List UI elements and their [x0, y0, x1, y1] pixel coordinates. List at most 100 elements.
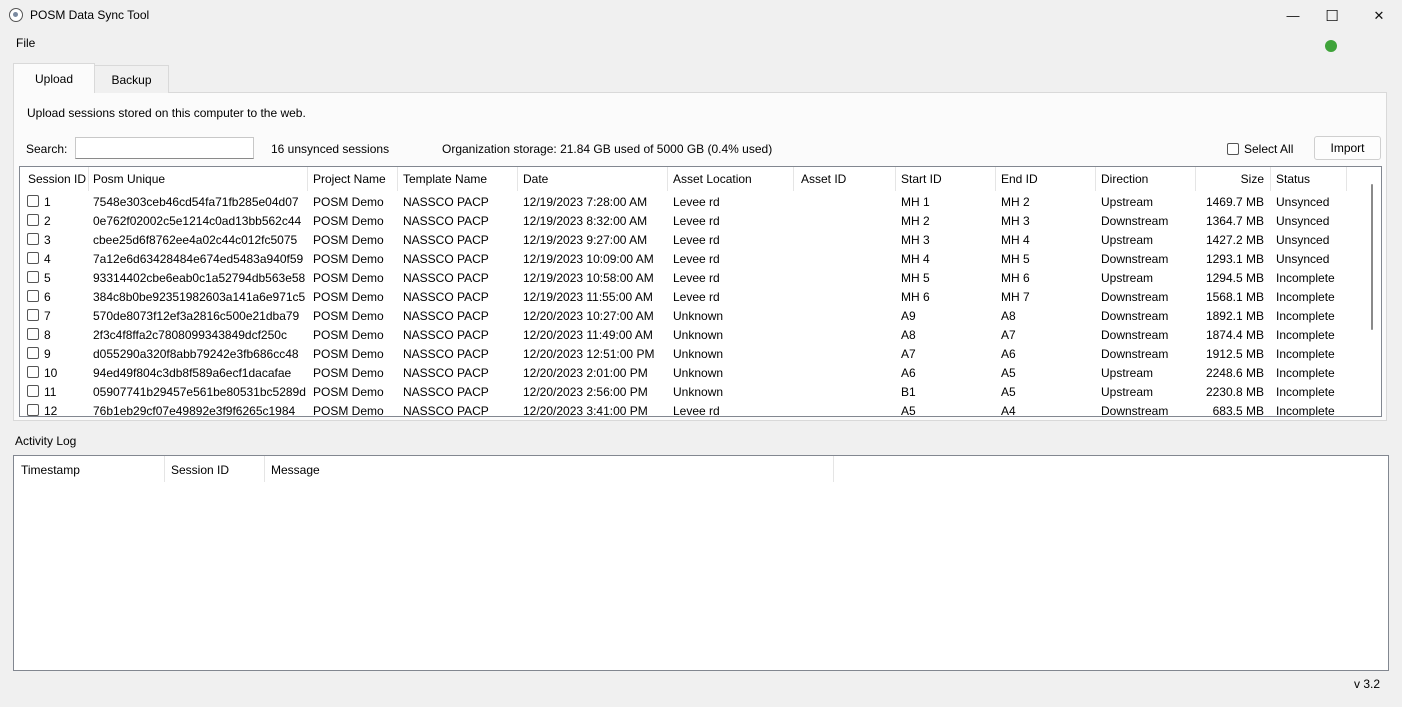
select-all-label[interactable]: Select All	[1244, 142, 1293, 156]
column-divider[interactable]	[995, 167, 996, 191]
cell-status: Unsynced	[1276, 252, 1330, 266]
row-checkbox[interactable]	[27, 309, 39, 321]
cell-end-id: A6	[1001, 347, 1016, 361]
cell-session-id: 7	[44, 309, 51, 323]
cell-end-id: A5	[1001, 366, 1016, 380]
column-divider[interactable]	[667, 167, 668, 191]
cell-asset-location: Unknown	[673, 328, 724, 342]
cell-date: 12/19/2023 7:28:00 AM	[523, 195, 648, 209]
log-column-timestamp[interactable]: Timestamp	[21, 463, 80, 477]
column-divider[interactable]	[833, 456, 834, 482]
column-divider[interactable]	[517, 167, 518, 191]
search-input[interactable]	[75, 137, 254, 159]
cell-size: 1892.1 MB	[1205, 309, 1264, 323]
menu-bar	[0, 31, 1402, 55]
cell-posm-unique: 94ed49f804c3db8f589a6ecf1dacafae	[93, 366, 292, 380]
cell-session-id: 3	[44, 233, 51, 247]
cell-session-id: 6	[44, 290, 51, 304]
table-scrollbar[interactable]	[1371, 184, 1373, 330]
column-divider[interactable]	[793, 167, 794, 191]
minimize-icon: —	[1286, 8, 1300, 23]
cell-start-id: A8	[901, 328, 916, 342]
cell-project-name: POSM Demo	[313, 328, 384, 342]
table-row[interactable]: 6 384c8b0be92351982603a141a6e971c5 POSM De…	[20, 288, 1366, 307]
table-row[interactable]: 9 d055290a320f8abb79242e3fb686cc48 POSM De…	[20, 345, 1366, 364]
select-all-checkbox[interactable]	[1227, 143, 1239, 155]
cell-template-name: NASSCO PACP	[403, 328, 489, 342]
close-button[interactable]: ✕	[1356, 0, 1402, 31]
cell-date: 12/19/2023 9:27:00 AM	[523, 233, 648, 247]
column-header-end-id[interactable]: End ID	[1001, 172, 1038, 190]
maximize-button[interactable]: ☐	[1309, 0, 1355, 31]
column-header-template-name[interactable]: Template Name	[403, 172, 487, 190]
cell-date: 12/19/2023 8:32:00 AM	[523, 214, 648, 228]
column-header-status[interactable]: Status	[1276, 172, 1310, 190]
table-row[interactable]: 1 7548e303ceb46cd54fa71fb285e04d07 POSM De…	[20, 193, 1366, 212]
column-divider[interactable]	[307, 167, 308, 191]
table-row[interactable]: 10 94ed49f804c3db8f589a6ecf1dacafae POSM D…	[20, 364, 1366, 383]
cell-start-id: A9	[901, 309, 916, 323]
cell-size: 1469.7 MB	[1205, 195, 1264, 209]
row-checkbox[interactable]	[27, 214, 39, 226]
row-checkbox[interactable]	[27, 328, 39, 340]
column-header-direction[interactable]: Direction	[1101, 172, 1148, 190]
row-checkbox[interactable]	[27, 347, 39, 359]
column-header-asset-location[interactable]: Asset Location	[673, 172, 752, 190]
cell-size: 1364.7 MB	[1205, 214, 1264, 228]
row-checkbox[interactable]	[27, 233, 39, 245]
tab-upload[interactable]: Upload	[13, 63, 95, 93]
table-row[interactable]: 7 570de8073f12ef3a2816c500e21dba79 POSM De…	[20, 307, 1366, 326]
tab-backup[interactable]: Backup	[95, 65, 169, 93]
menu-file[interactable]: File	[16, 36, 35, 50]
row-checkbox[interactable]	[27, 366, 39, 378]
table-row[interactable]: 5 93314402cbe6eab0c1a52794db563e58 POSM De…	[20, 269, 1366, 288]
cell-date: 12/20/2023 11:49:00 AM	[523, 328, 653, 342]
log-column-message[interactable]: Message	[271, 463, 320, 477]
column-header-date[interactable]: Date	[523, 172, 548, 190]
cell-asset-location: Unknown	[673, 366, 724, 380]
cell-start-id: MH 2	[901, 214, 930, 228]
import-button[interactable]: Import	[1314, 136, 1381, 160]
row-checkbox[interactable]	[27, 404, 39, 416]
column-divider[interactable]	[1346, 167, 1347, 191]
cell-session-id: 2	[44, 214, 51, 228]
cell-project-name: POSM Demo	[313, 252, 384, 266]
column-divider[interactable]	[164, 456, 165, 482]
column-divider[interactable]	[88, 167, 89, 191]
table-row[interactable]: 2 0e762f02002c5e1214c0ad13bb562c44 POSM De…	[20, 212, 1366, 231]
column-header-session-id[interactable]: Session ID	[28, 172, 86, 190]
column-divider[interactable]	[895, 167, 896, 191]
cell-status: Incomplete	[1276, 328, 1335, 342]
column-header-asset-id[interactable]: Asset ID	[801, 172, 846, 190]
table-row[interactable]: 3 cbee25d6f8762ee4a02c44c012fc5075 POSM De…	[20, 231, 1366, 250]
column-header-start-id[interactable]: Start ID	[901, 172, 942, 190]
column-divider[interactable]	[264, 456, 265, 482]
cell-project-name: POSM Demo	[313, 309, 384, 323]
log-column-session-id[interactable]: Session ID	[171, 463, 229, 477]
cell-direction: Downstream	[1101, 214, 1169, 228]
column-divider[interactable]	[1095, 167, 1096, 191]
table-row[interactable]: 11 05907741b29457e561be80531bc5289d POSM D…	[20, 383, 1366, 402]
column-divider[interactable]	[1195, 167, 1196, 191]
column-header-project-name[interactable]: Project Name	[313, 172, 386, 190]
row-checkbox[interactable]	[27, 271, 39, 283]
cell-start-id: MH 3	[901, 233, 930, 247]
cell-direction: Upstream	[1101, 195, 1154, 209]
column-header-posm-unique[interactable]: Posm Unique	[93, 172, 165, 190]
column-divider[interactable]	[1270, 167, 1271, 191]
organization-storage: Organization storage: 21.84 GB used of 5…	[442, 142, 773, 156]
table-row[interactable]: 8 2f3c4f8ffa2c7808099343849dcf250c POSM De…	[20, 326, 1366, 345]
column-header-size[interactable]: Size	[1201, 172, 1264, 190]
cell-posm-unique: 570de8073f12ef3a2816c500e21dba79	[93, 309, 300, 323]
row-checkbox[interactable]	[27, 385, 39, 397]
cell-size: 1427.2 MB	[1205, 233, 1264, 247]
table-row[interactable]: 12 76b1eb29cf07e49892e3f9f6265c1984 POSM D…	[20, 402, 1366, 417]
cell-template-name: NASSCO PACP	[403, 404, 489, 417]
column-divider[interactable]	[397, 167, 398, 191]
row-checkbox[interactable]	[27, 252, 39, 264]
cell-session-id: 4	[44, 252, 51, 266]
row-checkbox[interactable]	[27, 195, 39, 207]
version-label: v 3.2	[1354, 677, 1381, 691]
table-row[interactable]: 4 7a12e6d63428484e674ed5483a940f59 POSM De…	[20, 250, 1366, 269]
row-checkbox[interactable]	[27, 290, 39, 302]
